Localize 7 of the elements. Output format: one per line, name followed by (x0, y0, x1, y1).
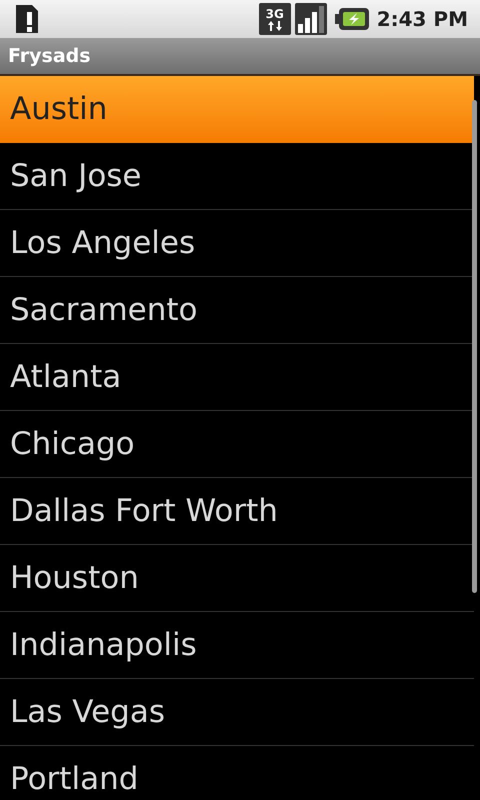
signal-icon (294, 3, 327, 35)
clock: 2:43 PM (376, 6, 468, 33)
battery-charging-icon (334, 7, 369, 31)
network-type-icon: 3G (258, 3, 291, 35)
city-list-item[interactable]: Austin (0, 76, 474, 143)
data-arrows-icon (268, 20, 282, 30)
app-title: Frysads (8, 44, 91, 69)
